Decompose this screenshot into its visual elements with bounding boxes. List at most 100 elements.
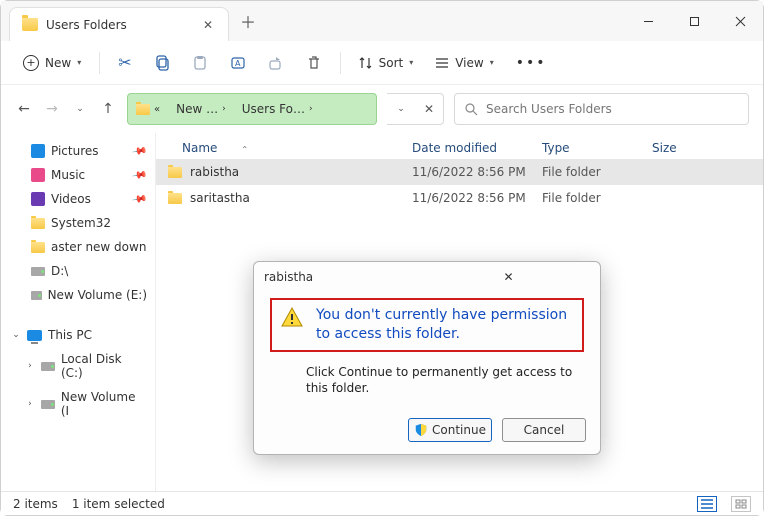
sidebar-item-label: Music — [51, 168, 85, 182]
sidebar-item-label: This PC — [48, 328, 92, 342]
sort-icon — [359, 56, 373, 70]
column-headers[interactable]: Name ⌃ Date modified Type Size — [156, 133, 763, 159]
pictures-icon — [31, 144, 45, 158]
drive-icon — [31, 291, 42, 300]
chevron-down-icon: ▾ — [409, 58, 413, 67]
sidebar-item-newvol-e[interactable]: New Volume (E:) — [1, 283, 155, 307]
item-count: 2 items — [13, 497, 58, 511]
col-date[interactable]: Date modified — [412, 141, 542, 155]
chevron-down-icon: ▾ — [490, 58, 494, 67]
table-row[interactable]: saritastha 11/6/2022 8:56 PM File folder — [156, 185, 763, 211]
music-icon — [31, 168, 45, 182]
share-icon — [268, 55, 284, 71]
recent-dropdown[interactable]: ⌄ — [71, 104, 89, 114]
sort-button[interactable]: Sort ▾ — [351, 50, 422, 76]
cut-button[interactable]: ✂ — [110, 47, 139, 78]
col-name[interactable]: Name — [182, 141, 217, 155]
folder-icon — [168, 193, 182, 204]
status-bar: 2 items 1 item selected — [1, 491, 763, 515]
folder-icon — [22, 18, 38, 31]
sidebar-item-music[interactable]: Music📌 — [1, 163, 155, 187]
separator — [99, 52, 100, 74]
new-label: New — [45, 56, 71, 70]
up-button[interactable]: ↑ — [99, 101, 117, 117]
permission-dialog: rabistha ✕ You don't currently have perm… — [253, 261, 601, 455]
minimize-button[interactable] — [625, 5, 671, 37]
view-button[interactable]: View ▾ — [427, 50, 502, 76]
grid-icon — [735, 499, 747, 509]
breadcrumb-seg[interactable]: New … — [176, 102, 218, 116]
sidebar-item-label: D:\ — [51, 264, 68, 278]
address-dropdown[interactable]: ⌄ — [387, 104, 415, 114]
sidebar-item-pictures[interactable]: Pictures📌 — [1, 139, 155, 163]
chevron-double-icon: « — [154, 104, 160, 115]
forward-button[interactable]: → — [43, 101, 61, 117]
sidebar: Pictures📌 Music📌 Videos📌 System32 aster … — [1, 133, 156, 503]
list-icon — [701, 499, 713, 509]
sidebar-item-label: Local Disk (C:) — [61, 352, 147, 380]
sort-caret-icon: ⌃ — [241, 145, 248, 154]
sidebar-newvol[interactable]: ›New Volume (I — [1, 385, 155, 423]
pin-icon: 📌 — [131, 143, 148, 159]
share-button[interactable] — [260, 49, 292, 77]
col-size[interactable]: Size — [652, 141, 747, 155]
refresh-button[interactable]: ✕ — [415, 102, 443, 116]
copy-icon — [154, 55, 170, 71]
back-button[interactable]: ← — [15, 101, 33, 117]
paste-icon — [192, 55, 208, 71]
sidebar-item-d[interactable]: D:\ — [1, 259, 155, 283]
svg-text:A: A — [235, 59, 241, 68]
sidebar-localdisk[interactable]: ›Local Disk (C:) — [1, 347, 155, 385]
folder-icon — [31, 242, 45, 253]
dialog-close-button[interactable]: ✕ — [427, 270, 590, 284]
close-button[interactable] — [717, 5, 763, 37]
copy-button[interactable] — [146, 49, 178, 77]
tab-close-icon[interactable]: ✕ — [200, 18, 216, 32]
sidebar-item-aster[interactable]: aster new down — [1, 235, 155, 259]
toolbar: + New ▾ ✂ A Sort ▾ View ▾ ••• — [1, 41, 763, 85]
col-type[interactable]: Type — [542, 141, 652, 155]
continue-label: Continue — [432, 423, 486, 437]
sidebar-item-label: Videos — [51, 192, 91, 206]
breadcrumb-seg[interactable]: Users Fo… — [242, 102, 305, 116]
maximize-button[interactable] — [671, 5, 717, 37]
row-name: saritastha — [190, 191, 250, 205]
rename-icon: A — [230, 55, 246, 71]
sidebar-item-videos[interactable]: Videos 📌 — [1, 187, 155, 211]
dialog-subtext: Click Continue to permanently get access… — [306, 364, 584, 396]
dialog-title: rabistha — [264, 270, 427, 284]
search-box[interactable] — [454, 93, 749, 125]
row-type: File folder — [542, 191, 652, 205]
window-tab[interactable]: Users Folders ✕ — [9, 7, 229, 41]
row-date: 11/6/2022 8:56 PM — [412, 191, 542, 205]
table-row[interactable]: rabistha 11/6/2022 8:56 PM File folder — [156, 159, 763, 185]
more-button[interactable]: ••• — [508, 49, 555, 77]
search-input[interactable] — [486, 102, 738, 116]
maximize-icon — [689, 16, 700, 27]
dialog-message: You don't currently have permission to a… — [316, 306, 574, 344]
cancel-label: Cancel — [524, 423, 565, 437]
rename-button[interactable]: A — [222, 49, 254, 77]
ellipsis-icon: ••• — [516, 55, 547, 71]
sidebar-thispc[interactable]: ⌄This PC — [1, 323, 155, 347]
pin-icon: 📌 — [131, 191, 148, 207]
chevron-right-icon: › — [222, 104, 226, 114]
monitor-icon — [27, 330, 42, 341]
sidebar-item-system32[interactable]: System32 — [1, 211, 155, 235]
cancel-button[interactable]: Cancel — [502, 418, 586, 442]
selected-count: 1 item selected — [72, 497, 165, 511]
icons-view-button[interactable] — [731, 496, 751, 512]
chevron-right-icon: › — [25, 399, 35, 409]
new-button[interactable]: + New ▾ — [15, 49, 89, 77]
continue-button[interactable]: Continue — [408, 418, 492, 442]
new-tab-button[interactable]: ＋ — [233, 9, 263, 33]
view-icon — [435, 56, 449, 70]
details-view-button[interactable] — [697, 496, 717, 512]
paste-button[interactable] — [184, 49, 216, 77]
minimize-icon — [643, 16, 654, 27]
chevron-right-icon: › — [309, 104, 313, 114]
view-label: View — [455, 56, 483, 70]
delete-button[interactable] — [298, 49, 330, 77]
trash-icon — [306, 55, 322, 71]
address-bar[interactable]: « New … › Users Fo… › — [127, 93, 377, 125]
